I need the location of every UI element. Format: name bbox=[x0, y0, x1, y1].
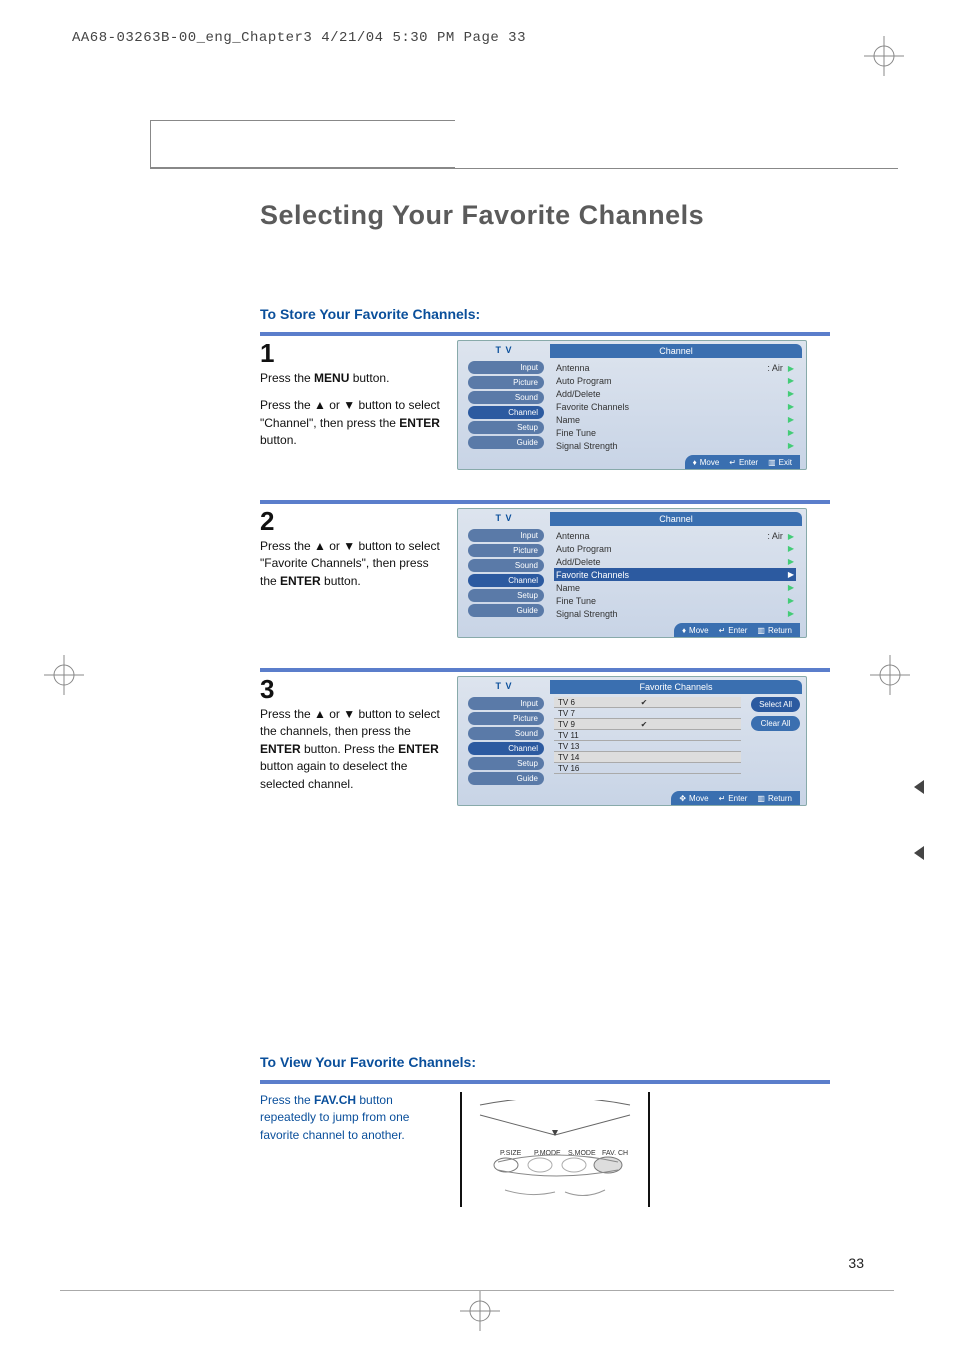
margin-mark-icon bbox=[914, 780, 924, 794]
osd-side-item: Setup bbox=[468, 421, 544, 434]
step-number: 3 bbox=[260, 676, 445, 702]
osd-side-item: Guide bbox=[468, 772, 544, 785]
crop-mark-right bbox=[870, 655, 910, 695]
osd-tv-label: T V bbox=[458, 513, 550, 523]
osd-side-item: Sound bbox=[468, 391, 544, 404]
osd-side-item: Setup bbox=[468, 757, 544, 770]
osd-side-item: Sound bbox=[468, 559, 544, 572]
step-text: Press the ▲ or ▼ button to select the ch… bbox=[260, 706, 445, 793]
osd-side-item: Input bbox=[468, 361, 544, 374]
step-text: Press the ▲ or ▼ button to select "Favor… bbox=[260, 538, 445, 590]
osd-title: Channel bbox=[550, 512, 802, 526]
header-rule bbox=[150, 168, 898, 169]
page-number: 33 bbox=[848, 1255, 864, 1271]
view-block: Press the FAV.CH button repeatedly to ju… bbox=[260, 1080, 830, 1207]
crop-mark-left bbox=[44, 655, 84, 695]
osd-side-item: Setup bbox=[468, 589, 544, 602]
remote-label: P.SIZE bbox=[500, 1150, 522, 1157]
osd-side-item-selected: Channel bbox=[468, 406, 544, 419]
osd-tv-label: T V bbox=[458, 345, 550, 355]
osd-side-item: Guide bbox=[468, 604, 544, 617]
step-1: 1 Press the MENU button. Press the ▲ or … bbox=[260, 332, 830, 470]
osd-tv-label: T V bbox=[458, 681, 550, 691]
osd-screenshot-1: T V Channel Input Picture Sound Channel … bbox=[457, 340, 807, 470]
page-title: Selecting Your Favorite Channels bbox=[260, 200, 704, 231]
step-number: 1 bbox=[260, 340, 445, 366]
step-number: 2 bbox=[260, 508, 445, 534]
osd-side-item: Picture bbox=[468, 544, 544, 557]
section-heading-view: To View Your Favorite Channels: bbox=[260, 1054, 830, 1070]
osd-side-item: Guide bbox=[468, 436, 544, 449]
osd-screenshot-3: T V Favorite Channels Input Picture Soun… bbox=[457, 676, 807, 806]
osd-side-item-selected: Channel bbox=[468, 574, 544, 587]
osd-title: Favorite Channels bbox=[550, 680, 802, 694]
osd-side-item: Input bbox=[468, 529, 544, 542]
footer-rule bbox=[60, 1290, 894, 1291]
step-3: 3 Press the ▲ or ▼ button to select the … bbox=[260, 668, 830, 806]
step-2: 2 Press the ▲ or ▼ button to select "Fav… bbox=[260, 500, 830, 638]
step-text: Press the MENU button. bbox=[260, 370, 445, 387]
osd-side-item: Sound bbox=[468, 727, 544, 740]
remote-illustration: P.SIZE P.MODE S.MODE FAV. CH bbox=[460, 1092, 650, 1207]
osd-screenshot-2: T V Channel Input Picture Sound Channel … bbox=[457, 508, 807, 638]
osd-select-all: Select All bbox=[751, 697, 800, 712]
section-heading-store: To Store Your Favorite Channels: bbox=[260, 306, 830, 322]
osd-side-item: Input bbox=[468, 697, 544, 710]
view-text: Press the FAV.CH button repeatedly to ju… bbox=[260, 1092, 430, 1207]
crop-mark-top bbox=[864, 36, 904, 76]
osd-side-item-selected: Channel bbox=[468, 742, 544, 755]
crop-mark-bottom bbox=[460, 1291, 500, 1331]
margin-mark-icon bbox=[914, 846, 924, 860]
osd-side-item: Picture bbox=[468, 712, 544, 725]
remote-label: FAV. CH bbox=[602, 1150, 628, 1157]
osd-clear-all: Clear All bbox=[751, 716, 800, 731]
osd-title: Channel bbox=[550, 344, 802, 358]
step-text: Press the ▲ or ▼ button to select "Chann… bbox=[260, 397, 445, 449]
running-header: AA68-03263B-00_eng_Chapter3 4/21/04 5:30… bbox=[72, 30, 526, 46]
osd-side-item: Picture bbox=[468, 376, 544, 389]
header-frame bbox=[150, 120, 455, 168]
